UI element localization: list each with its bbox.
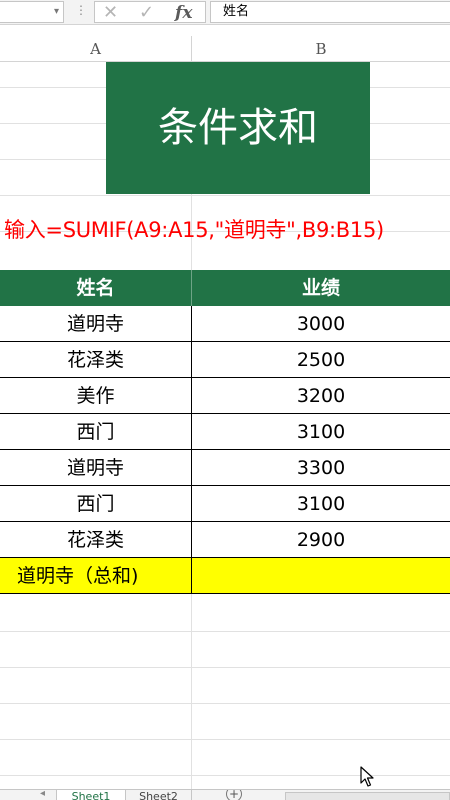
more-vertical-icon[interactable]: ⋮ xyxy=(75,3,87,17)
cell-name[interactable]: 西门 xyxy=(0,414,191,450)
grid-row-line xyxy=(0,703,450,704)
column-header-bar: A B xyxy=(0,36,450,62)
tab-sheet1[interactable]: Sheet1 xyxy=(56,790,126,800)
sheet-tabs-bar: ◂ Sheet1 Sheet2 + xyxy=(0,789,450,800)
header-performance[interactable]: 业绩 xyxy=(192,270,450,306)
cell-value[interactable]: 2500 xyxy=(192,342,450,378)
cell-name[interactable]: 花泽类 xyxy=(0,342,191,378)
instruction-text: 输入=SUMIF(A9:A15,"道明寺",B9:B15) xyxy=(4,218,384,242)
table-row: 道明寺 3000 xyxy=(0,306,450,342)
enter-icon[interactable]: ✓ xyxy=(139,2,154,24)
grid-row-line xyxy=(0,667,450,668)
grid-row-line xyxy=(0,775,450,776)
formula-input[interactable]: 姓名 xyxy=(210,1,450,23)
table-header-row: 姓名 业绩 xyxy=(0,270,450,306)
cell-value[interactable]: 3000 xyxy=(192,306,450,342)
cell-name[interactable]: 花泽类 xyxy=(0,522,191,558)
cell-name[interactable]: 道明寺 xyxy=(0,450,191,486)
cell-value[interactable]: 3100 xyxy=(192,414,450,450)
summary-value-cell[interactable] xyxy=(192,558,450,594)
tab-sheet2[interactable]: Sheet2 xyxy=(126,790,192,800)
table-row: 花泽类 2500 xyxy=(0,342,450,378)
summary-label[interactable]: 道明寺（总和) xyxy=(0,558,191,594)
cancel-icon[interactable]: ✕ xyxy=(103,2,118,24)
add-sheet-icon[interactable]: + xyxy=(226,790,242,800)
formula-buttons: ✕ ✓ fx xyxy=(94,1,206,23)
grid-row-line xyxy=(0,195,450,196)
cell-name[interactable]: 西门 xyxy=(0,486,191,522)
table-row: 西门 3100 xyxy=(0,414,450,450)
column-header-a[interactable]: A xyxy=(0,36,191,62)
scroll-tabs-left-icon[interactable]: ◂ xyxy=(40,790,45,799)
cell-value[interactable]: 3100 xyxy=(192,486,450,522)
mouse-pointer-icon xyxy=(360,766,374,787)
grid-row-line xyxy=(0,631,450,632)
chevron-down-icon[interactable]: ▾ xyxy=(54,6,59,17)
cell-value[interactable]: 3200 xyxy=(192,378,450,414)
column-header-b[interactable]: B xyxy=(192,36,450,62)
cell-value[interactable]: 2900 xyxy=(192,522,450,558)
name-box[interactable]: ▾ xyxy=(0,1,64,23)
header-name[interactable]: 姓名 xyxy=(0,270,191,306)
table-row: 西门 3100 xyxy=(0,486,450,522)
title-box: 条件求和 xyxy=(106,62,370,194)
horizontal-scrollbar[interactable] xyxy=(285,792,450,800)
cell-value[interactable]: 3300 xyxy=(192,450,450,486)
table-row: 美作 3200 xyxy=(0,378,450,414)
cell-name[interactable]: 美作 xyxy=(0,378,191,414)
function-icon[interactable]: fx xyxy=(175,2,192,24)
table-row: 道明寺 3300 xyxy=(0,450,450,486)
summary-row: 道明寺（总和) xyxy=(0,558,450,594)
formula-bar: ▾ ⋮ ✕ ✓ fx 姓名 xyxy=(0,0,450,25)
grid-row-line xyxy=(0,739,450,740)
table-row: 花泽类 2900 xyxy=(0,522,450,558)
cell-name[interactable]: 道明寺 xyxy=(0,306,191,342)
